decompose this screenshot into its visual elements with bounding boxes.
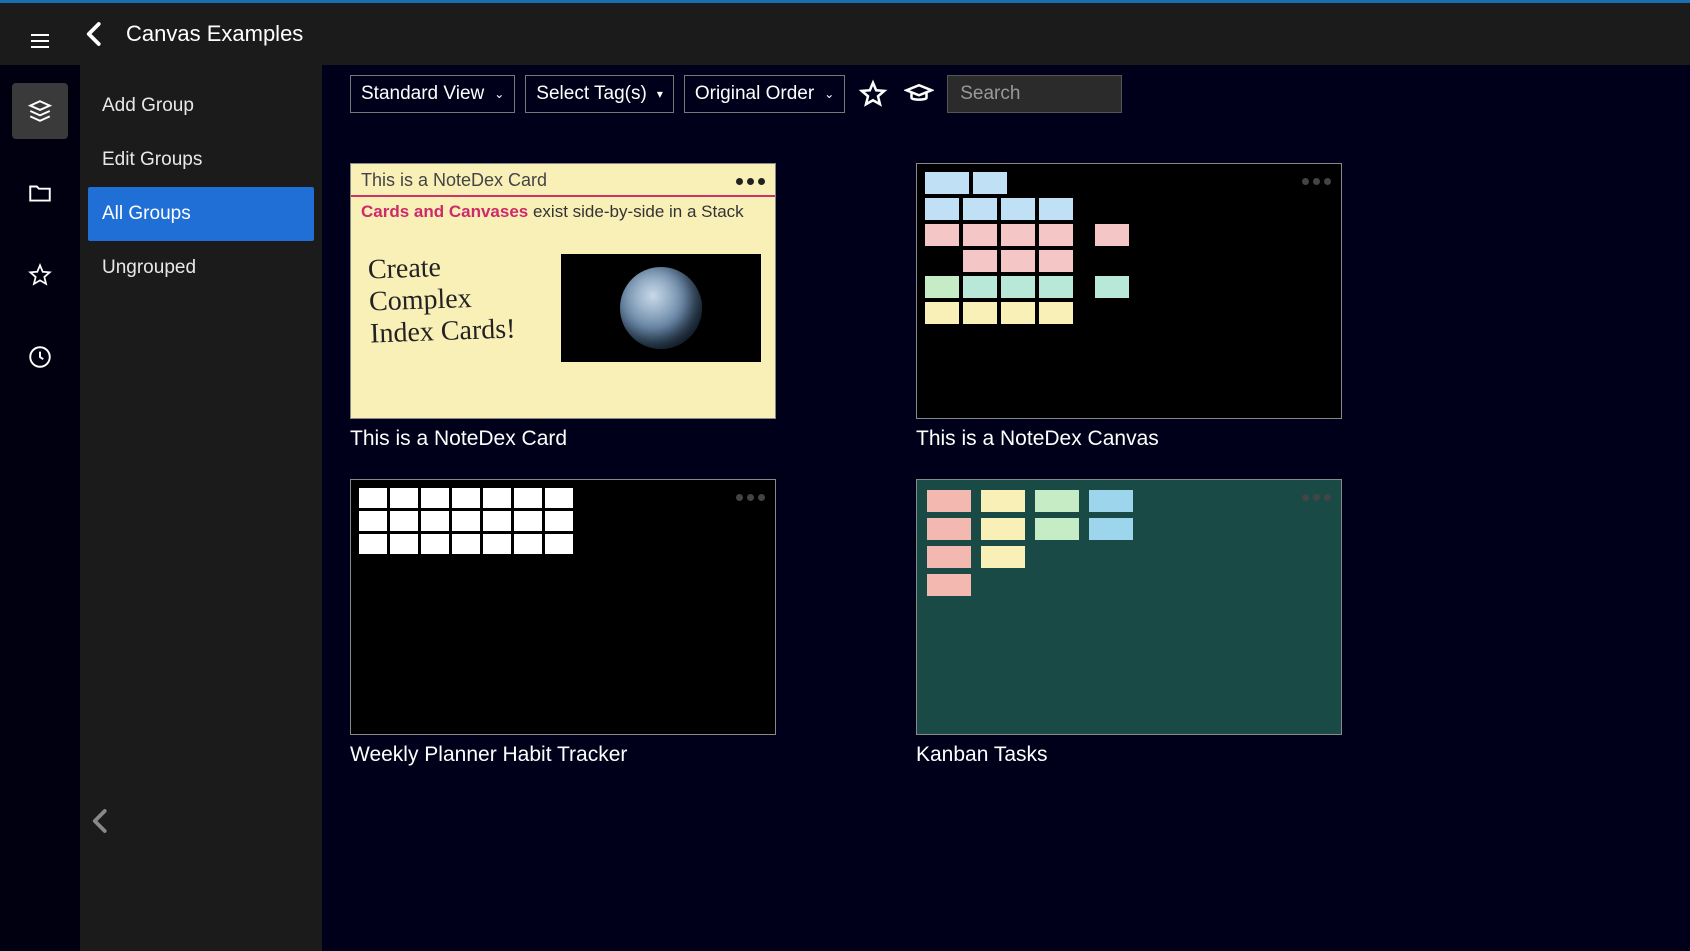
hamburger-button[interactable] [0,17,80,65]
star-icon [27,262,53,288]
canvas-title: Weekly Planner Habit Tracker [350,743,776,767]
card-menu-button[interactable] [1302,178,1331,185]
canvas-item: This is a NoteDex Canvas [916,163,1342,451]
chevron-down-icon: ⌄ [824,87,834,101]
hand-line: Create [367,249,513,286]
graduation-cap-icon [904,79,934,109]
back-button[interactable] [80,19,110,49]
sidebar-all-groups[interactable]: All Groups [88,187,314,241]
note-card-body: Cards and Canvases exist side-by-side in… [351,197,775,226]
canvas-item: Kanban Tasks [916,479,1342,767]
planner-preview [351,480,775,734]
card-menu-button[interactable] [1302,494,1331,501]
canvas-item: Weekly Planner Habit Tracker [350,479,776,767]
note-card-highlight: Cards and Canvases [361,202,528,221]
rail-folder[interactable] [12,165,68,221]
favorite-filter-button[interactable] [855,76,891,112]
header-bar: Canvas Examples [0,3,1690,65]
search-input[interactable] [947,75,1122,113]
toolbar: Standard View ⌄ Select Tag(s) ▾ Original… [350,75,1662,113]
embedded-image [561,254,761,362]
hand-line: Index Cards! [370,314,516,351]
canvas-thumbnail[interactable] [350,479,776,735]
canvas-title: Kanban Tasks [916,743,1342,767]
order-select[interactable]: Original Order ⌄ [684,75,845,113]
sidebar-edit-groups[interactable]: Edit Groups [88,133,314,187]
main-content: Standard View ⌄ Select Tag(s) ▾ Original… [322,65,1690,951]
chevron-left-icon [80,19,110,49]
stacks-icon [27,98,53,124]
note-card-heading: This is a NoteDex Card [351,164,775,197]
canvas-title: This is a NoteDex Canvas [916,427,1342,451]
canvas-preview [917,164,1341,418]
nav-rail [0,65,80,951]
note-card-preview: This is a NoteDex Card Cards and Canvase… [351,164,775,418]
handwriting: Create Complex Index Cards! [367,249,516,351]
rail-stacks[interactable] [12,83,68,139]
kanban-preview [917,480,1341,734]
caret-down-icon: ▾ [657,87,663,101]
tutorial-button[interactable] [901,76,937,112]
tag-select[interactable]: Select Tag(s) ▾ [525,75,674,113]
groups-panel: Add Group Edit Groups All Groups Ungroup… [80,65,322,951]
view-select-value: Standard View [361,83,484,105]
page-title: Canvas Examples [126,21,303,47]
order-select-value: Original Order [695,83,814,105]
sidebar-add-group[interactable]: Add Group [88,79,314,133]
canvas-thumbnail[interactable] [916,479,1342,735]
star-icon [858,79,888,109]
collapse-panel-button[interactable] [86,806,116,841]
view-select[interactable]: Standard View ⌄ [350,75,515,113]
canvas-title: This is a NoteDex Card [350,427,776,451]
card-menu-button[interactable] [736,494,765,501]
canvas-thumbnail[interactable] [916,163,1342,419]
card-menu-button[interactable] [736,178,765,185]
chevron-left-icon [86,806,116,836]
sidebar-ungrouped[interactable]: Ungrouped [88,241,314,295]
hand-line: Complex [368,282,514,319]
chevron-down-icon: ⌄ [494,87,504,101]
canvas-item: This is a NoteDex Card Cards and Canvase… [350,163,776,451]
menu-icon [28,29,52,53]
canvas-thumbnail[interactable]: This is a NoteDex Card Cards and Canvase… [350,163,776,419]
note-card-text: exist side-by-side in a Stack [528,202,743,221]
rail-recent[interactable] [12,329,68,385]
tag-select-value: Select Tag(s) [536,83,647,105]
rail-favorites[interactable] [12,247,68,303]
clock-icon [27,344,53,370]
folder-icon [27,180,53,206]
moon-icon [620,267,702,349]
canvas-grid: This is a NoteDex Card Cards and Canvase… [350,137,1662,767]
